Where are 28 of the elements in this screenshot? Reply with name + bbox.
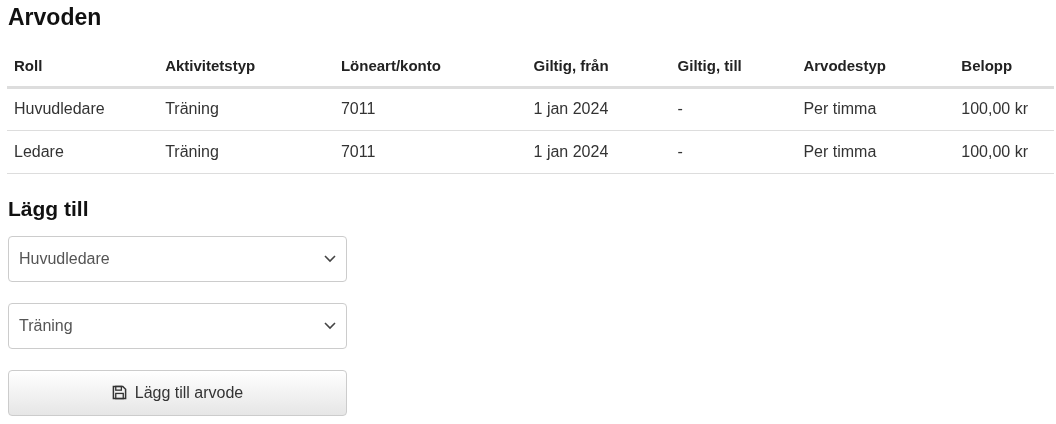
table-cell: Ledare — [14, 142, 64, 160]
table-cell: 1 jan 2024 — [533, 142, 609, 160]
column-header: Arvodestyp — [803, 57, 886, 74]
dropdown[interactable]: Träning — [8, 302, 347, 349]
dropdown[interactable]: Huvudledare — [8, 235, 347, 282]
table-cell: 100,00 kr — [961, 142, 1028, 160]
table-cell: 100,00 kr — [961, 100, 1028, 117]
chevron-down-icon — [324, 254, 336, 263]
column-header: Giltig, till — [677, 57, 742, 74]
table-cell: Per timma — [803, 142, 877, 160]
section-heading: Arvoden — [8, 3, 102, 31]
add-fee-button[interactable]: Lägg till arvode — [8, 369, 347, 416]
table-cell: 7011 — [340, 142, 376, 160]
column-header: Löneart/konto — [340, 57, 441, 74]
section-heading: Lägg till — [8, 195, 89, 222]
table-cell: - — [677, 142, 683, 160]
column-header: Roll — [14, 57, 43, 74]
table-cell: 1 jan 2024 — [533, 100, 609, 117]
table-cell: Per timma — [803, 100, 877, 117]
table-cell: Huvudledare — [14, 100, 105, 117]
table-cell: Träning — [165, 142, 219, 160]
table-cell: 7011 — [340, 100, 376, 117]
column-header: Giltig, från — [533, 57, 609, 74]
table-cell: - — [677, 100, 683, 117]
chevron-down-icon — [324, 321, 336, 330]
table-cell: Träning — [165, 100, 219, 117]
column-header: Aktivitetstyp — [165, 57, 256, 74]
column-header: Belopp — [961, 57, 1013, 74]
